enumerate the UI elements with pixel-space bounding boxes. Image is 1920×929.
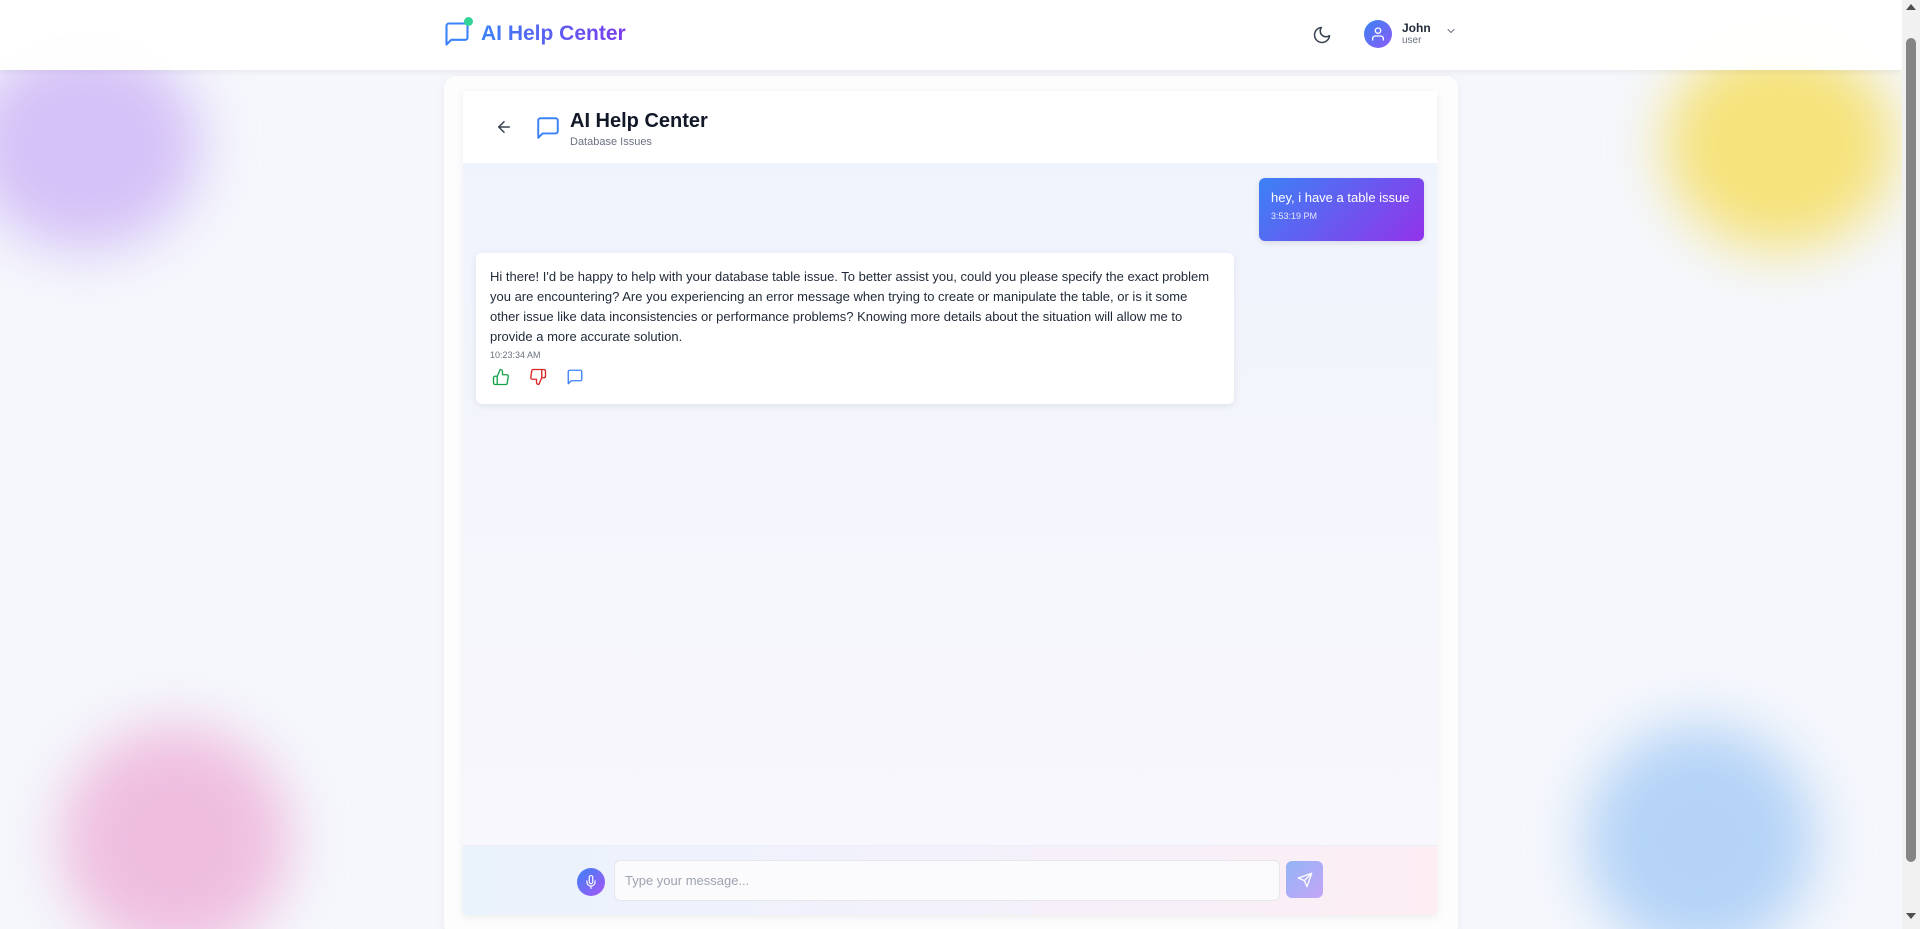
top-navbar: AI Help Center John user xyxy=(0,0,1902,70)
comment-icon[interactable] xyxy=(566,368,584,386)
background-blob-blue xyxy=(1585,725,1815,929)
thumbs-down-icon[interactable] xyxy=(529,368,547,386)
message-timestamp: 10:23:34 AM xyxy=(490,350,541,360)
user-icon xyxy=(1372,27,1384,41)
chat-bubble-icon xyxy=(443,17,473,48)
online-status-dot xyxy=(464,17,473,26)
message-actions xyxy=(490,368,1220,386)
brand-logo[interactable]: AI Help Center xyxy=(443,17,626,48)
message-text: Hi there! I'd be happy to help with your… xyxy=(490,269,1210,344)
user-name: John xyxy=(1402,20,1431,35)
background-blob-yellow xyxy=(1665,40,1895,250)
message-input[interactable] xyxy=(614,860,1280,901)
message-input-bar xyxy=(463,845,1437,915)
scroll-down-arrow-icon[interactable] xyxy=(1906,913,1916,919)
chat-title: AI Help Center xyxy=(570,110,708,132)
scroll-up-arrow-icon[interactable] xyxy=(1906,4,1916,10)
moon-icon[interactable] xyxy=(1312,25,1332,45)
send-icon[interactable] xyxy=(1286,861,1323,898)
user-menu[interactable]: John user xyxy=(1364,20,1457,48)
ai-message-bubble: Hi there! I'd be happy to help with your… xyxy=(476,253,1234,404)
chat-header: AI Help Center Database Issues xyxy=(463,91,1437,163)
chevron-down-icon[interactable] xyxy=(1445,24,1457,42)
user-info: John user xyxy=(1402,21,1431,47)
brand-title: AI Help Center xyxy=(481,22,626,45)
thumbs-up-icon[interactable] xyxy=(492,368,510,386)
chat-panel: AI Help Center Database Issues hey, i ha… xyxy=(463,91,1437,915)
background-blob-pink xyxy=(60,725,290,929)
user-role: user xyxy=(1402,35,1422,47)
chat-subtitle: Database Issues xyxy=(570,136,652,148)
avatar xyxy=(1364,20,1392,48)
page-scrollbar[interactable] xyxy=(1902,0,1920,929)
chat-bubble-icon xyxy=(535,115,561,141)
user-message-bubble: hey, i have a table issue 3:53:19 PM xyxy=(1259,178,1424,241)
message-text: hey, i have a table issue xyxy=(1271,190,1410,205)
microphone-icon[interactable] xyxy=(577,868,605,896)
background-blob-purple xyxy=(0,40,200,250)
back-arrow-icon[interactable] xyxy=(495,118,513,136)
scrollbar-thumb[interactable] xyxy=(1906,38,1916,862)
message-timestamp: 3:53:19 PM xyxy=(1271,211,1318,221)
